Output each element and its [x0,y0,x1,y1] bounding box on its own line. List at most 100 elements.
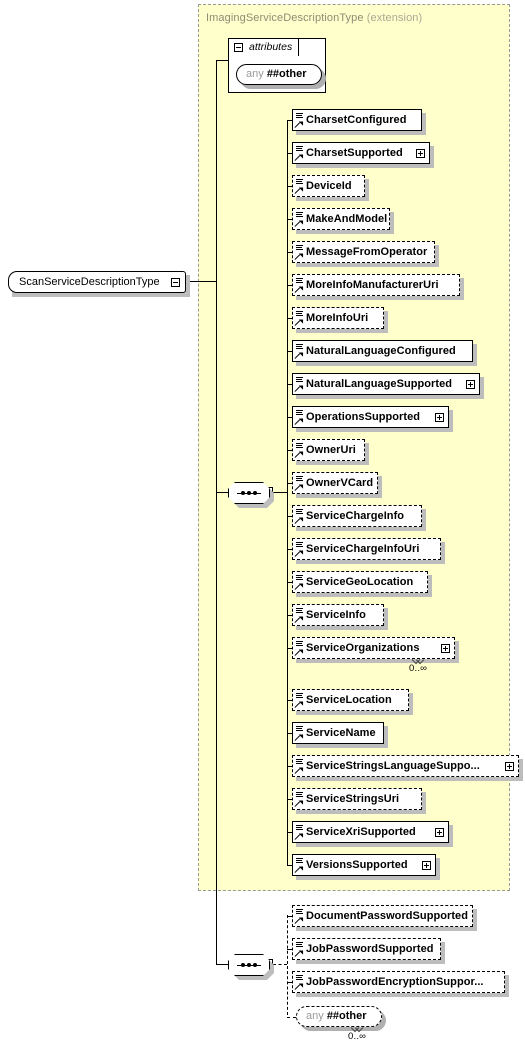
element-label: JobPasswordEncryptionSuppor... [306,976,484,988]
element-box-message-from-operator[interactable]: MessageFromOperator [292,241,435,263]
element-arrow-icon [295,253,303,261]
element-label: MakeAndModel [306,213,388,225]
element-box-charset-configured[interactable]: CharsetConfigured [292,109,422,131]
element-arrow-icon [295,154,303,162]
element-arrow-icon [295,550,303,558]
element-lines-icon [296,942,303,948]
own-sequence-wildcard-any[interactable]: any ##other [296,1006,382,1027]
element-box-service-info[interactable]: ServiceInfo [292,604,384,626]
element-arrow-icon [295,286,303,294]
element-arrow-icon [295,917,303,925]
element-expand-plus-icon[interactable] [435,828,444,837]
element-box-service-strings-language-suppo[interactable]: ServiceStringsLanguageSuppo... [292,755,519,777]
sequence-dots-icon [237,490,261,495]
element-box-service-location[interactable]: ServiceLocation [292,689,409,711]
element-box-job-password-encryption-suppor[interactable]: JobPasswordEncryptionSuppor... [292,971,505,993]
element-label: ServiceChargeInfo [306,510,405,522]
element-lines-icon [296,146,303,152]
wildcard-keyword: any [306,1010,324,1022]
element-label: ServiceChargeInfoUri [306,543,420,555]
attributes-collapse-minus-icon[interactable] [234,43,243,52]
element-expand-plus-icon[interactable] [441,644,450,653]
connector-branch [287,1017,296,1018]
sequence-compositor-own[interactable] [228,954,270,976]
element-arrow-icon [295,220,303,228]
element-box-job-password-supported[interactable]: JobPasswordSupported [292,938,441,960]
element-lines-icon [296,726,303,732]
element-label: CharsetConfigured [306,114,407,126]
element-arrow-icon [295,121,303,129]
element-arrow-icon [295,319,303,327]
element-label: CharsetSupported [306,147,403,159]
element-arrow-icon [295,616,303,624]
element-box-operations-supported[interactable]: OperationsSupported [292,406,449,428]
wildcard-keyword: any [246,68,264,80]
element-expand-plus-icon[interactable] [422,861,431,870]
connector-sequence-1-stub [273,492,287,493]
element-lines-icon [296,245,303,251]
element-label: OwnerUri [306,444,356,456]
element-label: ServiceLocation [306,694,392,706]
element-box-charset-supported[interactable]: CharsetSupported [292,142,430,164]
element-lines-icon [296,212,303,218]
element-lines-icon [296,278,303,284]
element-lines-icon [296,975,303,981]
element-box-owner-vcard[interactable]: OwnerVCard [292,472,378,494]
element-box-natural-language-configured[interactable]: NaturalLanguageConfigured [292,340,473,362]
element-arrow-icon [295,734,303,742]
element-box-more-info-uri[interactable]: MoreInfoUri [292,307,384,329]
extension-title: ImagingServiceDescriptionType (extension… [206,12,422,24]
element-box-service-name[interactable]: ServiceName [292,722,384,744]
element-expand-plus-icon[interactable] [505,762,514,771]
element-box-device-id[interactable]: DeviceId [292,175,365,197]
root-type-node[interactable]: ScanServiceDescriptionType [8,271,186,293]
element-label: VersionsSupported [306,859,408,871]
element-box-more-info-manufacturer-uri[interactable]: MoreInfoManufacturerUri [292,274,460,296]
element-box-service-charge-info-uri[interactable]: ServiceChargeInfoUri [292,538,441,560]
element-lines-icon [296,377,303,383]
root-collapse-minus-icon[interactable] [171,278,180,287]
element-arrow-icon [295,866,303,874]
element-box-service-strings-uri[interactable]: ServiceStringsUri [292,788,422,810]
connector-main-trunk [216,60,217,965]
extension-type-name: ImagingServiceDescriptionType [206,12,364,24]
element-lines-icon [296,693,303,699]
element-arrow-icon [295,983,303,991]
element-arrow-icon [295,583,303,591]
element-label: ServiceXriSupported [306,826,416,838]
element-label: ServiceInfo [306,609,366,621]
element-expand-plus-icon[interactable] [416,149,425,158]
repeat-marker-icon [352,1025,363,1032]
element-box-make-and-model[interactable]: MakeAndModel [292,208,390,230]
element-label: ServiceOrganizations [306,642,420,654]
element-lines-icon [296,792,303,798]
element-box-service-organizations[interactable]: ServiceOrganizations [292,637,455,659]
element-label: ServiceStringsLanguageSuppo... [306,760,480,772]
element-lines-icon [296,509,303,515]
element-box-owner-uri[interactable]: OwnerUri [292,439,365,461]
attributes-tab[interactable]: attributes [228,38,300,56]
connector-root-to-trunk [186,281,217,282]
element-arrow-icon [295,649,303,657]
root-type-label: ScanServiceDescriptionType [19,276,160,288]
element-box-service-geo-location[interactable]: ServiceGeoLocation [292,571,428,593]
wildcard-namespace: ##other [266,68,307,80]
element-label: JobPasswordSupported [306,943,434,955]
element-arrow-icon [295,701,303,709]
attributes-wildcard-any[interactable]: any ##other [236,64,322,85]
element-label: ServiceName [306,727,376,739]
element-box-service-charge-info[interactable]: ServiceChargeInfo [292,505,422,527]
element-expand-plus-icon[interactable] [435,413,444,422]
sequence-compositor-inherited[interactable] [228,482,270,504]
element-box-document-password-supported[interactable]: DocumentPasswordSupported [292,905,473,927]
element-lines-icon [296,542,303,548]
element-box-service-xri-supported[interactable]: ServiceXriSupported [292,821,449,843]
cardinality-label: 0..∞ [348,1031,367,1042]
element-expand-plus-icon[interactable] [466,380,475,389]
element-box-natural-language-supported[interactable]: NaturalLanguageSupported [292,373,480,395]
xsd-diagram-canvas: ImagingServiceDescriptionType (extension… [0,0,525,1050]
element-arrow-icon [295,385,303,393]
wildcard-namespace: ##other [326,1010,367,1022]
element-box-versions-supported[interactable]: VersionsSupported [292,854,436,876]
connector-sequence-1-spine [287,120,288,866]
